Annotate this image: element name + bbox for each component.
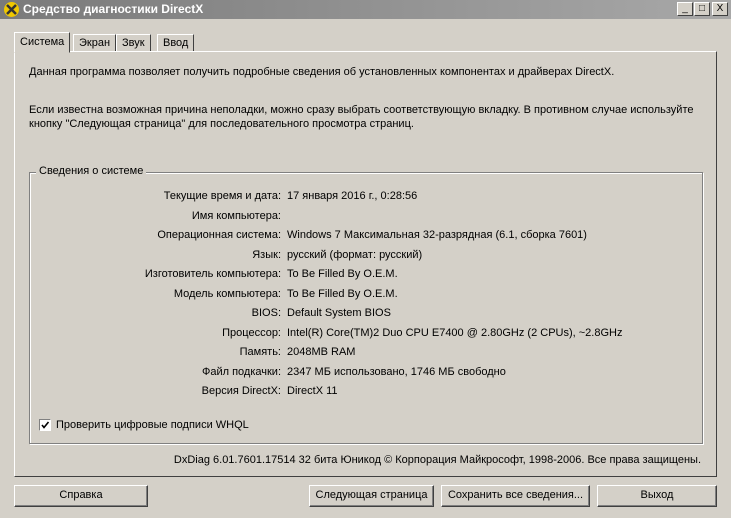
version-footer: DxDiag 6.01.7601.17514 32 бита Юникод © … [173,454,701,466]
info-value: Windows 7 Максимальная 32-разрядная (6.1… [287,229,587,241]
intro-text-2b: кнопку "Следующая страница" для последов… [29,118,414,130]
info-label: Процессор: [222,327,281,339]
info-label: Модель компьютера: [173,288,281,300]
info-value: Intel(R) Core(TM)2 Duo CPU E7400 @ 2.80G… [287,327,623,339]
tab-input[interactable]: Ввод [157,34,195,52]
info-label: Имя компьютера: [191,210,281,222]
exit-button[interactable]: Выход [597,485,717,507]
info-label: Текущие время и дата: [163,190,281,202]
minimize-icon: _ [682,3,688,14]
whql-checkbox-label[interactable]: Проверить цифровые подписи WHQL [56,419,249,431]
intro-text-1: Данная программа позволяет получить подр… [29,66,615,78]
close-button[interactable]: X [712,2,728,16]
maximize-icon: □ [698,3,706,14]
tab-sound[interactable]: Звук [116,34,151,52]
close-icon: X [716,3,724,14]
checkmark-icon [41,421,50,429]
next-page-button[interactable]: Следующая страница [309,485,434,507]
maximize-button[interactable]: □ [694,2,710,16]
info-label: Язык: [252,249,281,261]
whql-checkbox[interactable] [39,419,51,431]
save-all-button[interactable]: Сохранить все сведения... [441,485,590,507]
info-value: 2048MB RAM [287,346,356,358]
info-value: Default System BIOS [287,307,391,319]
help-button[interactable]: Справка [14,485,148,507]
info-value: To Be Filled By O.E.M. [287,268,398,280]
system-info-title: Сведения о системе [36,165,147,177]
info-label: Операционная система: [157,229,281,241]
info-label: Файл подкачки: [201,366,281,378]
info-label: BIOS: [251,307,281,319]
dxdiag-window: Средство диагностики DirectX _ □ X Систе… [0,0,731,518]
info-label: Память: [239,346,281,358]
info-label: Версия DirectX: [201,385,281,397]
info-label: Изготовитель компьютера: [144,268,281,280]
minimize-button[interactable]: _ [677,2,693,16]
window-title: Средство диагностики DirectX [23,2,204,16]
intro-text-2a: Если известна возможная причина неполадк… [29,104,694,116]
tab-system[interactable]: Система [14,32,71,53]
tab-display[interactable]: Экран [73,34,117,52]
title-bar[interactable]: Средство диагностики DirectX _ □ X [0,0,731,19]
info-value: DirectX 11 [287,385,338,397]
directx-icon [4,2,19,17]
info-value: 17 января 2016 г., 0:28:56 [287,190,418,202]
info-value: To Be Filled By O.E.M. [287,288,398,300]
info-value: 2347 МБ использовано, 1746 МБ свободно [287,366,506,378]
info-value: русский (формат: русский) [287,249,423,261]
